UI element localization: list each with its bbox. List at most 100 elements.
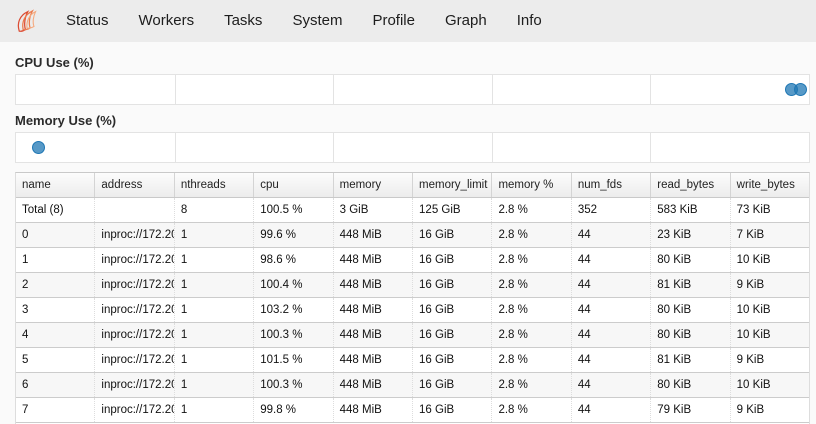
table-cell: 2.8 % xyxy=(492,223,571,247)
column-header-memory[interactable]: memory xyxy=(334,173,413,197)
table-cell: 2.8 % xyxy=(492,273,571,297)
table-row-6[interactable]: 6inproc://172.201100.3 %448 MiB16 GiB2.8… xyxy=(16,373,809,398)
column-header-name[interactable]: name xyxy=(16,173,95,197)
column-header-num-fds[interactable]: num_fds xyxy=(572,173,651,197)
column-header-memory-limit[interactable]: memory_limit xyxy=(413,173,492,197)
table-cell: 100.4 % xyxy=(254,273,333,297)
column-header-nthreads[interactable]: nthreads xyxy=(175,173,254,197)
table-cell: 6 xyxy=(16,373,95,397)
dask-dashboard-workers-page: Status Workers Tasks System Profile Grap… xyxy=(0,0,816,424)
nav-tasks[interactable]: Tasks xyxy=(209,0,277,42)
column-header-address[interactable]: address xyxy=(95,173,174,197)
table-cell: 1 xyxy=(175,398,254,422)
table-cell: Total (8) xyxy=(16,198,95,222)
nav-workers[interactable]: Workers xyxy=(124,0,210,42)
table-cell: inproc://172.20 xyxy=(95,298,174,322)
table-cell: 8 xyxy=(175,198,254,222)
table-cell: 16 GiB xyxy=(413,298,492,322)
table-row-1[interactable]: 1inproc://172.20198.6 %448 MiB16 GiB2.8 … xyxy=(16,248,809,273)
table-cell: 100.5 % xyxy=(254,198,333,222)
nav-system[interactable]: System xyxy=(277,0,357,42)
table-cell: inproc://172.20 xyxy=(95,273,174,297)
table-cell: 1 xyxy=(175,323,254,347)
table-row-0[interactable]: 0inproc://172.20199.6 %448 MiB16 GiB2.8 … xyxy=(16,223,809,248)
table-cell: 9 KiB xyxy=(731,398,809,422)
table-cell: 16 GiB xyxy=(413,223,492,247)
table-cell: 98.6 % xyxy=(254,248,333,272)
table-cell: 583 KiB xyxy=(651,198,730,222)
table-cell: 44 xyxy=(572,373,651,397)
memory-plot-title: Memory Use (%) xyxy=(15,113,116,128)
table-cell: 7 KiB xyxy=(731,223,809,247)
table-cell: 80 KiB xyxy=(651,323,730,347)
cpu-use-plot[interactable] xyxy=(15,74,810,105)
table-cell: 1 xyxy=(175,373,254,397)
table-cell: 81 KiB xyxy=(651,273,730,297)
column-header-write-bytes[interactable]: write_bytes xyxy=(731,173,809,197)
column-header-read-bytes[interactable]: read_bytes xyxy=(651,173,730,197)
table-cell: 10 KiB xyxy=(731,373,809,397)
dask-logo-icon[interactable] xyxy=(13,6,41,36)
column-header-memory-[interactable]: memory % xyxy=(492,173,571,197)
table-cell: 80 KiB xyxy=(651,373,730,397)
table-row-5[interactable]: 5inproc://172.201101.5 %448 MiB16 GiB2.8… xyxy=(16,348,809,373)
table-cell: 16 GiB xyxy=(413,323,492,347)
table-cell: 80 KiB xyxy=(651,298,730,322)
table-cell: 448 MiB xyxy=(334,348,413,372)
table-cell: inproc://172.20 xyxy=(95,223,174,247)
gridline xyxy=(492,75,493,104)
table-cell: 0 xyxy=(16,223,95,247)
table-cell: 2 xyxy=(16,273,95,297)
table-cell: 9 KiB xyxy=(731,348,809,372)
column-header-cpu[interactable]: cpu xyxy=(254,173,333,197)
worker-dot[interactable] xyxy=(32,141,45,154)
gridline xyxy=(175,133,176,162)
table-cell: 100.3 % xyxy=(254,373,333,397)
table-row-2[interactable]: 2inproc://172.201100.4 %448 MiB16 GiB2.8… xyxy=(16,273,809,298)
table-row-Total-8-[interactable]: Total (8)8100.5 %3 GiB125 GiB2.8 %352583… xyxy=(16,198,809,223)
table-cell: 80 KiB xyxy=(651,248,730,272)
table-cell: 448 MiB xyxy=(334,373,413,397)
table-cell: 81 KiB xyxy=(651,348,730,372)
table-cell: 1 xyxy=(175,298,254,322)
nav-info[interactable]: Info xyxy=(502,0,557,42)
table-row-3[interactable]: 3inproc://172.201103.2 %448 MiB16 GiB2.8… xyxy=(16,298,809,323)
table-cell: 448 MiB xyxy=(334,398,413,422)
table-row-7[interactable]: 7inproc://172.20199.8 %448 MiB16 GiB2.8 … xyxy=(16,398,809,423)
gridline xyxy=(175,75,176,104)
nav-profile[interactable]: Profile xyxy=(357,0,430,42)
table-cell: 79 KiB xyxy=(651,398,730,422)
memory-use-plot[interactable] xyxy=(15,132,810,163)
worker-dot[interactable] xyxy=(794,83,807,96)
table-cell: 16 GiB xyxy=(413,273,492,297)
table-cell: 4 xyxy=(16,323,95,347)
gridline xyxy=(333,75,334,104)
table-cell: 44 xyxy=(572,348,651,372)
gridline xyxy=(492,133,493,162)
table-cell: 1 xyxy=(175,273,254,297)
table-cell: 448 MiB xyxy=(334,323,413,347)
table-cell: 44 xyxy=(572,298,651,322)
table-cell: 448 MiB xyxy=(334,223,413,247)
table-cell: inproc://172.20 xyxy=(95,348,174,372)
table-cell: 44 xyxy=(572,323,651,347)
gridline xyxy=(650,75,651,104)
table-cell: 3 xyxy=(16,298,95,322)
workers-table: nameaddressnthreadscpumemorymemory_limit… xyxy=(15,172,810,424)
table-cell: 2.8 % xyxy=(492,248,571,272)
cpu-plot-title: CPU Use (%) xyxy=(15,55,94,70)
table-cell: 5 xyxy=(16,348,95,372)
table-cell: 2.8 % xyxy=(492,373,571,397)
table-cell: 2.8 % xyxy=(492,298,571,322)
table-cell: 2.8 % xyxy=(492,198,571,222)
navbar: Status Workers Tasks System Profile Grap… xyxy=(0,0,816,42)
table-cell: 23 KiB xyxy=(651,223,730,247)
gridline xyxy=(650,133,651,162)
table-cell: 16 GiB xyxy=(413,248,492,272)
table-cell: 3 GiB xyxy=(334,198,413,222)
workers-table-body: Total (8)8100.5 %3 GiB125 GiB2.8 %352583… xyxy=(16,198,809,423)
table-row-4[interactable]: 4inproc://172.201100.3 %448 MiB16 GiB2.8… xyxy=(16,323,809,348)
table-cell xyxy=(95,198,174,222)
nav-status[interactable]: Status xyxy=(51,0,124,42)
nav-graph[interactable]: Graph xyxy=(430,0,502,42)
